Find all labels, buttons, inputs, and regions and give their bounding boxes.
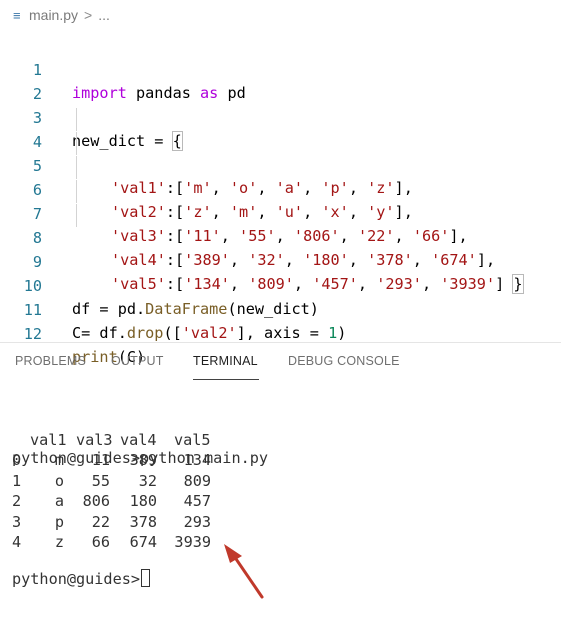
annotation-arrow xyxy=(224,544,264,599)
arrow-head xyxy=(224,544,242,563)
arrow-shaft xyxy=(232,554,264,599)
